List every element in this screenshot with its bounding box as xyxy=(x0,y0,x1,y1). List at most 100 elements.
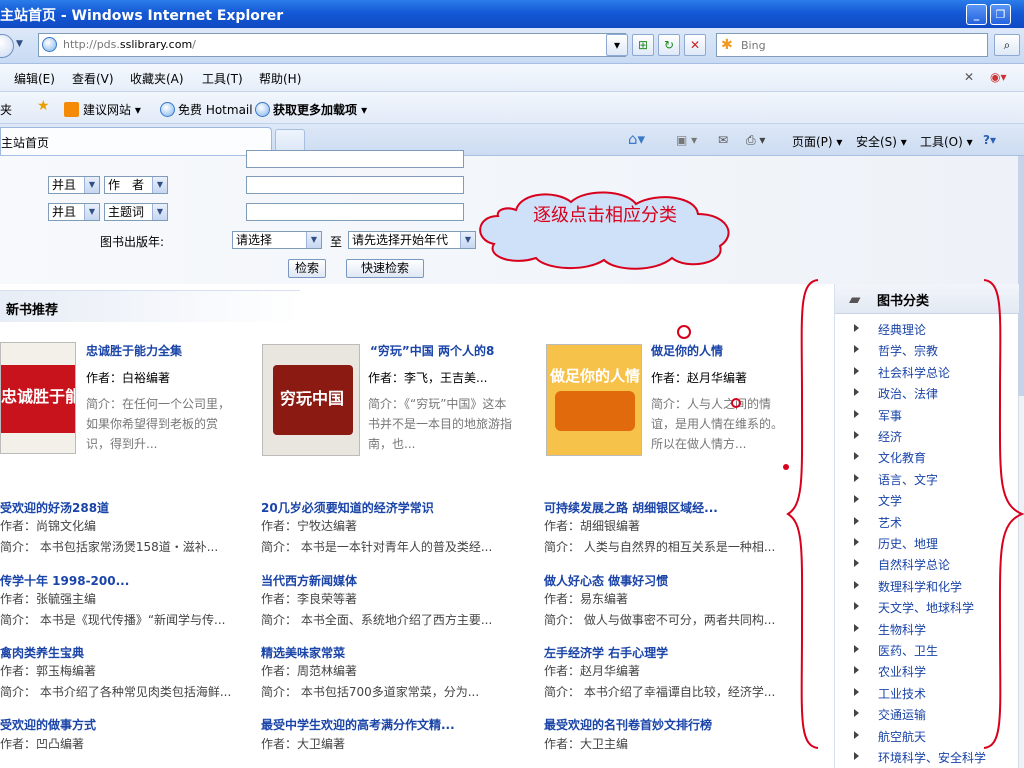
fav-suggested-sites[interactable]: 建议网站 ▾ xyxy=(64,101,141,118)
minimize-button[interactable]: _ xyxy=(966,4,987,25)
list-author: 作者：胡细银编著 xyxy=(544,519,641,533)
book-cover-3[interactable]: 做足你的人情 xyxy=(546,344,642,456)
bullet-arrow-icon xyxy=(854,559,859,568)
featured-author-3: 作者：赵月华编著 xyxy=(651,371,748,385)
field-select-author[interactable]: 作 者 ▼ xyxy=(104,176,168,194)
bullet-arrow-icon xyxy=(854,730,859,739)
menu-bar: 编辑(E) 查看(V) 收藏夹(A) 工具(T) 帮助(H) ✕ ◉▾ xyxy=(0,64,1024,92)
print-icon[interactable]: ⎙ ▾ xyxy=(746,133,765,148)
category-label: 自然科学总论 xyxy=(878,558,951,573)
book-cover-2[interactable]: 穷玩中国 xyxy=(262,344,360,456)
logic-select-author[interactable]: 并且 ▼ xyxy=(48,176,100,194)
list-title[interactable]: 当代西方新闻媒体 xyxy=(261,572,531,589)
list-desc: 简介： 本书介绍了各种常见肉类包括海鲜... xyxy=(0,685,232,699)
category-label: 哲学、宗教 xyxy=(878,344,939,359)
menu-tools[interactable]: 工具(T) xyxy=(202,70,243,87)
tab-home[interactable]: 主站首页 xyxy=(0,127,272,155)
suggested-icon xyxy=(64,102,79,117)
featured-title-1[interactable]: 忠诚胜于能力全集 xyxy=(86,342,256,359)
bullet-arrow-icon xyxy=(854,580,859,589)
translate-icon[interactable]: ◉▾ xyxy=(990,70,1007,84)
list-title[interactable]: 可持续发展之路 胡细银区域经... xyxy=(544,499,800,516)
search-field[interactable]: ✱ Bing xyxy=(716,33,988,57)
list-desc: 简介： 本书是一本针对青年人的普及类经... xyxy=(261,540,493,554)
list-title[interactable]: 做人好心态 做事好习惯 xyxy=(544,572,800,589)
forward-button[interactable] xyxy=(0,34,14,58)
category-label: 语言、文字 xyxy=(878,472,939,487)
category-label: 经济 xyxy=(878,430,903,444)
fav-get-addons[interactable]: 获取更多加载项 ▾ xyxy=(255,101,367,118)
compatibility-icon[interactable]: ⊞ xyxy=(632,34,654,56)
cover-title-2: 穷玩中国 xyxy=(279,389,344,408)
logic-select-subject[interactable]: 并且 ▼ xyxy=(48,203,100,221)
title-field-partial[interactable] xyxy=(246,150,464,168)
list-desc: 简介： 做人与做事密不可分，两者共同构... xyxy=(544,613,776,627)
featured-title-2[interactable]: “穷玩”中国 两个人的8 xyxy=(370,342,518,359)
bullet-arrow-icon xyxy=(854,345,859,354)
bullet-arrow-icon xyxy=(854,431,859,439)
list-author: 作者：大卫主编 xyxy=(544,737,629,751)
list-title[interactable]: 最受欢迎的名刊卷首妙文排行榜 xyxy=(544,716,800,733)
page-menu[interactable]: 页面(P) ▾ xyxy=(792,133,842,150)
home-icon[interactable]: ⌂▾ xyxy=(628,130,645,148)
close-bar-icon[interactable]: ✕ xyxy=(964,70,974,84)
to-label: 至 xyxy=(330,235,343,249)
feeds-icon[interactable]: ▣ ▾ xyxy=(676,133,697,147)
list-title[interactable]: 左手经济学 右手心理学 xyxy=(544,644,800,661)
add-favorite-star-icon[interactable]: ★ xyxy=(37,98,50,114)
category-label: 文学 xyxy=(878,494,903,509)
search-placeholder: Bing xyxy=(741,39,766,52)
refresh-icon[interactable]: ↻ xyxy=(658,34,680,56)
help-icon[interactable]: ?▾ xyxy=(983,133,996,147)
list-title[interactable]: 受欢迎的好汤288道 xyxy=(0,499,250,516)
featured-title-3[interactable]: 做足你的人情 xyxy=(651,342,801,359)
list-title[interactable]: 最受中学生欢迎的高考满分作文精... xyxy=(261,716,531,733)
list-title[interactable]: 受欢迎的做事方式 xyxy=(0,716,250,733)
category-label: 军事 xyxy=(878,408,903,423)
bullet-arrow-icon xyxy=(854,538,859,546)
author-input[interactable] xyxy=(246,176,464,194)
url-dropdown-icon[interactable]: ▾ xyxy=(606,34,628,56)
menu-edit[interactable]: 编辑(E) xyxy=(14,70,55,87)
tab-bar: 主站首页 ⌂▾ ▣ ▾ ✉ ⎙ ▾ 页面(P) ▾ 安全(S) ▾ 工具(O) … xyxy=(0,124,1024,156)
annotation-brace-left xyxy=(786,279,819,749)
list-title[interactable]: 禽肉类养生宝典 xyxy=(0,644,250,661)
list-author: 作者：凹凸编著 xyxy=(0,737,85,751)
bullet-arrow-icon xyxy=(854,602,859,611)
search-button[interactable]: 检索 xyxy=(288,259,326,278)
mail-icon[interactable]: ✉ xyxy=(718,133,728,147)
featured-desc-3: 简介：人与人之间的情谊，是用人情在维系的。所以在做人情方... xyxy=(651,397,784,451)
annotation-text: 逐级点击相应分类 xyxy=(533,205,677,226)
safety-menu[interactable]: 安全(S) ▾ xyxy=(856,133,907,150)
list-title[interactable]: 精选美味家常菜 xyxy=(261,644,531,661)
stop-icon[interactable]: ✕ xyxy=(684,34,706,56)
pubyear-to-select[interactable]: 请先选择开始年代 ▼ xyxy=(348,231,476,249)
quick-search-button[interactable]: 快速检索 xyxy=(346,259,424,278)
tools-menu[interactable]: 工具(O) ▾ xyxy=(920,133,973,150)
annotation-dot xyxy=(731,398,741,408)
category-label: 航空航天 xyxy=(878,729,927,744)
pubyear-from-select[interactable]: 请选择 ▼ xyxy=(232,231,322,249)
category-label: 农业科学 xyxy=(878,665,927,680)
history-dropdown-icon[interactable]: ▼ xyxy=(16,39,23,49)
bullet-arrow-icon xyxy=(854,687,859,696)
list-title[interactable]: 20几岁必须要知道的经济学常识 xyxy=(261,499,531,516)
list-title[interactable]: 传学十年 1998-200... xyxy=(0,572,250,589)
subject-input[interactable] xyxy=(246,203,464,221)
menu-favorites[interactable]: 收藏夹(A) xyxy=(130,70,184,87)
bullet-arrow-icon xyxy=(854,645,859,653)
favorites-label[interactable]: 夹 xyxy=(0,101,12,118)
menu-view[interactable]: 查看(V) xyxy=(72,70,114,87)
book-cover-1[interactable]: 忠诚胜于能力 xyxy=(0,342,76,454)
search-icon[interactable]: ⌕ xyxy=(994,34,1020,56)
list-author: 作者：宁牧达编著 xyxy=(261,519,358,533)
menu-help[interactable]: 帮助(H) xyxy=(259,70,301,87)
url-field[interactable]: http://pds.sslibrary.com/ xyxy=(38,33,626,57)
field-select-subject[interactable]: 主题词 ▼ xyxy=(104,203,168,221)
list-desc: 简介： 人类与自然界的相互关系是一种相... xyxy=(544,540,776,554)
list-author: 作者：郭玉梅编著 xyxy=(0,664,97,678)
list-author: 作者：尚锦文化编 xyxy=(0,519,97,533)
restore-button[interactable]: ❐ xyxy=(990,4,1011,25)
fav-hotmail[interactable]: 免费 Hotmail xyxy=(160,101,253,118)
folder-icon: ▰ xyxy=(849,290,861,308)
